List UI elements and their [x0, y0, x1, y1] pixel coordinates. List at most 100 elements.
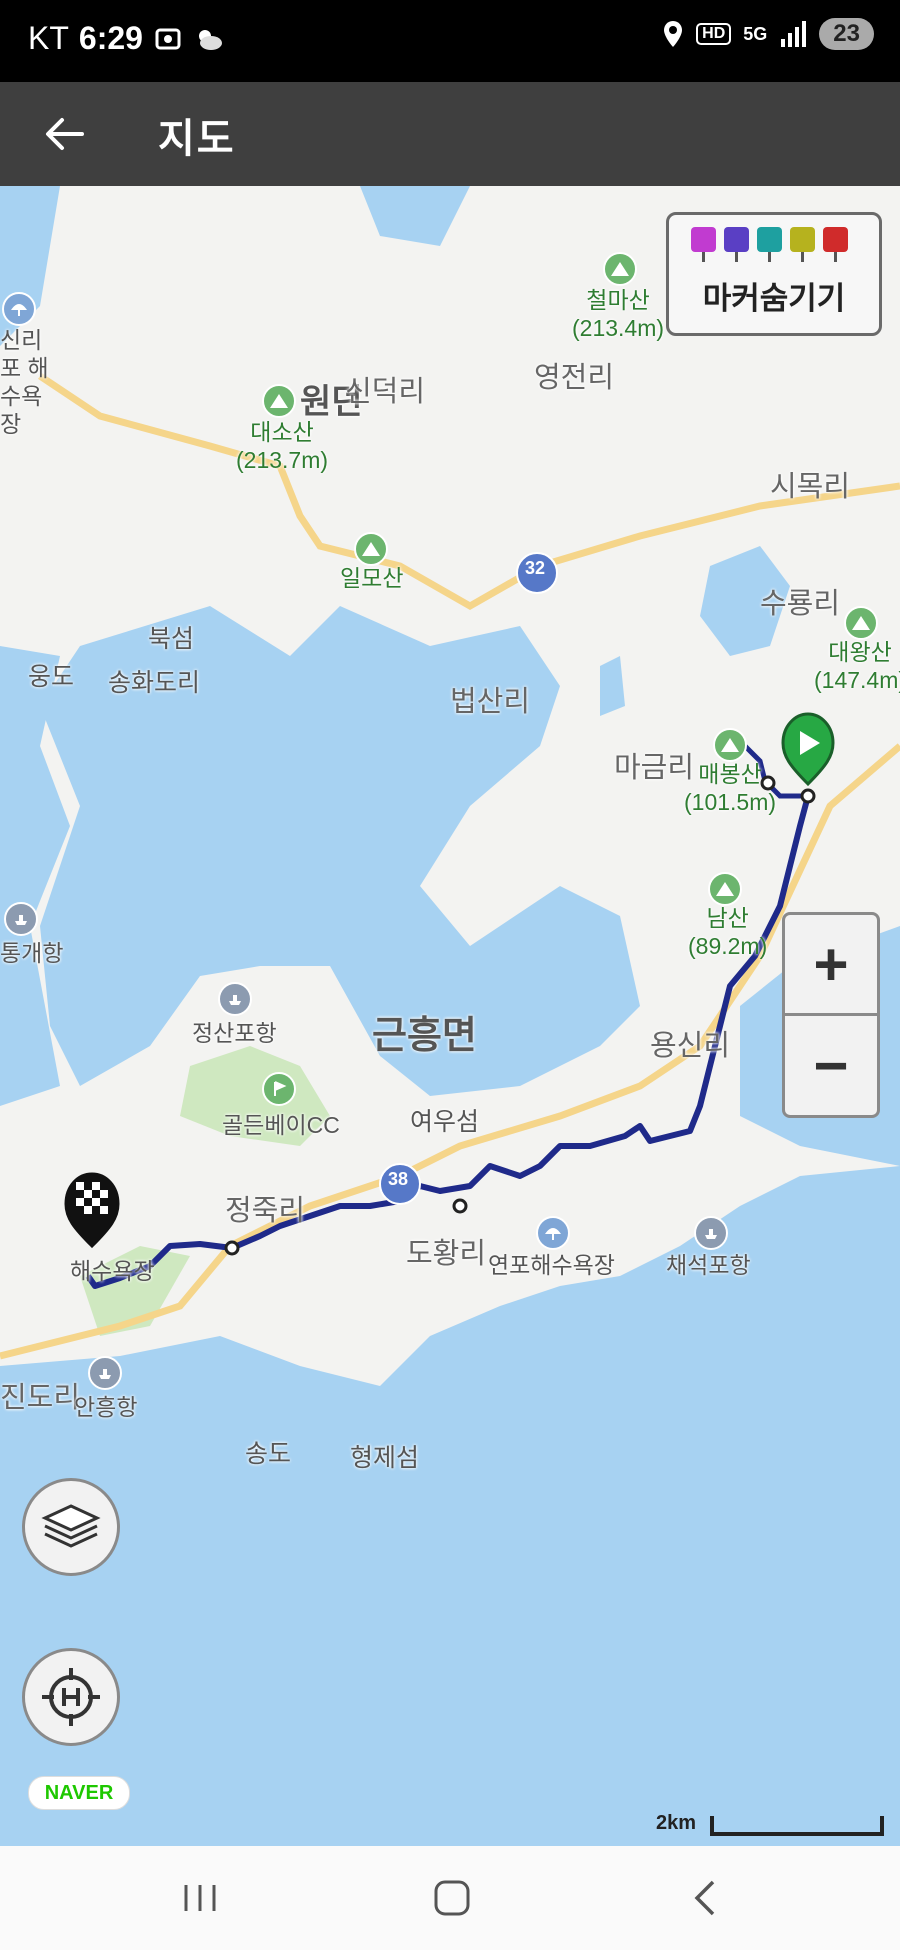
weather-icon [198, 29, 222, 50]
mountain-height: (101.5m) [684, 789, 777, 815]
home-button[interactable] [422, 1872, 482, 1924]
poi-label: 정산포항 [192, 1020, 277, 1046]
village-label: 수룡리 [760, 588, 841, 620]
layers-icon [41, 1504, 101, 1548]
map-view[interactable]: 32 38 근흥면 원던 신덕리 영전리 시목리 수룡리 법산리 마금리 북섬 … [0, 186, 900, 1846]
mountain-icon [262, 384, 296, 418]
port-icon [694, 1216, 728, 1250]
poi-label: 신리포 해수욕장 [0, 327, 49, 437]
village-label: 마금리 [614, 752, 695, 784]
sea-north [360, 186, 470, 246]
chevron-left-icon [694, 1880, 715, 1916]
zoom-in-button[interactable]: + [785, 915, 877, 1013]
recents-button[interactable] [170, 1872, 230, 1924]
golf-icon [262, 1072, 296, 1106]
mountain-label: 매봉산 (101.5m) [684, 760, 776, 816]
village-label: 시목리 [770, 471, 851, 503]
village-label: 웅도 [28, 663, 75, 691]
mountain-name: 대소산 [250, 419, 314, 445]
memo-icon [790, 227, 815, 262]
mountain-icon [708, 872, 742, 906]
mountain-icon [603, 252, 637, 286]
village-label: 신덕리 [345, 376, 426, 408]
camera-icon [691, 227, 716, 262]
village-label: 정죽리 [225, 1195, 306, 1227]
naver-logo: NAVER [28, 1776, 130, 1810]
mountain-label: 일모산 [340, 564, 403, 592]
location-icon [664, 21, 683, 47]
poi-label: 연포해수욕장 [488, 1252, 615, 1278]
beach-icon [2, 292, 36, 326]
scale-label: 2km [656, 1812, 697, 1834]
mountain-name: 일모산 [340, 565, 404, 591]
mountain-name: 대왕산 [828, 639, 892, 665]
mountain-label: 대왕산 (147.4m) [814, 638, 900, 694]
mountain-height: (147.4m) [814, 667, 900, 693]
arrow-left-icon [46, 118, 84, 150]
back-nav-button[interactable] [676, 1872, 736, 1924]
waypoint [452, 1198, 468, 1214]
poi-label: 해수욕장 [70, 1258, 155, 1284]
mountain-height: (89.2m) [688, 933, 768, 959]
battery-level: 23 [819, 18, 874, 50]
back-button[interactable] [36, 106, 92, 162]
zoom-control: + − [782, 912, 880, 1118]
poi-label: 골든베이CC [222, 1112, 340, 1138]
poi-label: 안흥항 [74, 1394, 138, 1420]
recents-icon [184, 1885, 216, 1911]
mountain-icon [713, 728, 747, 762]
mountain-height: (213.7m) [236, 447, 329, 473]
poi-label: 채석포항 [666, 1252, 751, 1278]
port-icon [88, 1356, 122, 1390]
village-label: 법산리 [450, 686, 531, 718]
mountain-icon [354, 532, 388, 566]
system-nav-bar [0, 1846, 900, 1950]
village-label: 형제섬 [350, 1444, 420, 1472]
crosshair-icon [42, 1668, 100, 1726]
road-number-32: 32 [525, 558, 546, 578]
poi-label: 통개항 [0, 940, 64, 966]
voice-icon [757, 227, 782, 262]
mountain-label: 대소산 (213.7m) [236, 418, 328, 474]
village-label: 도황리 [406, 1238, 487, 1270]
page-title: 지도 [158, 117, 236, 161]
app-bar: 지도 [0, 82, 900, 186]
waypoint [224, 1240, 240, 1256]
waypoint [800, 788, 816, 804]
mountain-icon [844, 606, 878, 640]
mountain-label: 남산 (89.2m) [688, 904, 767, 960]
village-label: 송화도리 [108, 669, 201, 697]
status-right: HD 5G 23 [662, 18, 874, 50]
port-icon [4, 902, 38, 936]
lake-2 [600, 656, 625, 716]
village-label: 여우섬 [410, 1108, 480, 1136]
region-label: 근흥면 [372, 1015, 477, 1057]
video-icon [724, 227, 749, 262]
status-left: KT 6:29 [28, 20, 225, 57]
signal-icon [781, 21, 807, 47]
network-gen: 5G [743, 23, 768, 44]
village-label: 북섬 [148, 625, 195, 653]
village-label: 진도리 [0, 1382, 81, 1414]
beach-icon [536, 1216, 570, 1250]
clock: 6:29 [78, 20, 143, 56]
mountain-name: 남산 [706, 905, 749, 931]
mountain-height: (213.4m) [572, 315, 665, 341]
carrier: KT [28, 20, 69, 56]
village-label: 송도 [245, 1440, 292, 1468]
mountain-name: 매봉산 [698, 761, 762, 787]
marker-icons [691, 227, 848, 262]
current-location-button[interactable] [22, 1648, 120, 1746]
home-icon [434, 1880, 470, 1916]
zoom-out-button[interactable]: − [785, 1016, 877, 1114]
mountain-name: 철마산 [586, 287, 650, 313]
village-label: 영전리 [534, 362, 615, 394]
road-number-38: 38 [388, 1169, 409, 1189]
layers-button[interactable] [22, 1478, 120, 1576]
port-icon [218, 982, 252, 1016]
hd-badge: HD [696, 23, 732, 45]
marker-hide-label: 마커숨기기 [702, 281, 846, 316]
mountain-label: 철마산 (213.4m) [572, 286, 664, 342]
flag-icon [823, 227, 848, 262]
marker-hide-button[interactable]: 마커숨기기 [666, 212, 882, 336]
